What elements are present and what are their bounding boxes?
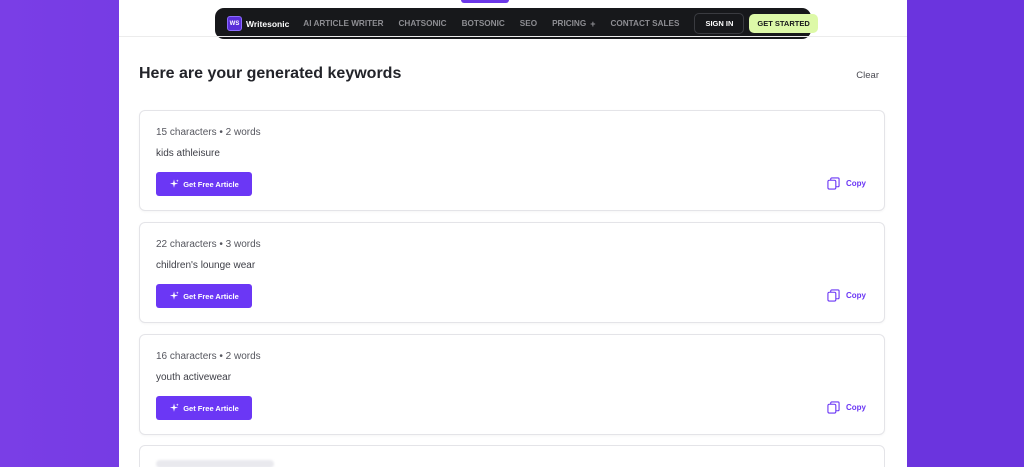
get-started-button[interactable]: GET STARTED xyxy=(749,14,818,33)
keyword-card: 15 characters • 2 words kids athleisure … xyxy=(139,110,885,211)
keyword-meta: 22 characters • 3 words xyxy=(156,239,261,250)
nav-label: PRICING xyxy=(552,19,587,28)
page-title: Here are your generated keywords xyxy=(139,65,402,82)
nav-label: AI ARTICLE WRITER xyxy=(303,19,384,28)
keyword-meta: 16 characters • 2 words xyxy=(156,351,261,362)
sign-in-button[interactable]: SIGN IN xyxy=(694,13,745,34)
get-free-article-label: Get Free Article xyxy=(183,403,239,413)
keyword-card: 16 characters • 2 words youth activewear… xyxy=(139,334,885,435)
keyword-text: kids athleisure xyxy=(156,148,220,159)
top-tab-indicator xyxy=(461,0,509,3)
get-free-article-button[interactable]: Get Free Article xyxy=(156,284,252,308)
keyword-text: children's lounge wear xyxy=(156,260,256,271)
keyword-meta: 15 characters • 2 words xyxy=(156,127,261,138)
nav-label: CONTACT SALES xyxy=(610,19,680,28)
get-free-article-button[interactable]: Get Free Article xyxy=(156,172,252,196)
brand-logo[interactable]: WS Writesonic xyxy=(227,16,289,31)
copy-icon xyxy=(827,177,840,190)
copy-icon xyxy=(827,401,840,414)
nav-chatsonic[interactable]: CHATSONIC xyxy=(399,19,447,28)
copy-label: Copy xyxy=(846,179,866,188)
clear-button[interactable]: Clear xyxy=(856,70,879,81)
nav-label: SEO xyxy=(519,19,538,28)
nav-ai-article-writer[interactable]: AI ARTICLE WRITER xyxy=(303,19,383,28)
get-free-article-label: Get Free Article xyxy=(183,179,239,189)
main-panel: WS Writesonic AI ARTICLE WRITER CHATSONI… xyxy=(119,0,907,467)
copy-button[interactable]: Copy xyxy=(827,177,866,190)
header-divider xyxy=(119,36,907,37)
get-free-article-button[interactable]: Get Free Article xyxy=(156,396,252,420)
copy-label: Copy xyxy=(846,403,866,412)
navbar: WS Writesonic AI ARTICLE WRITER CHATSONI… xyxy=(215,8,818,39)
nav-label: CHATSONIC xyxy=(398,19,447,28)
keyword-text: youth activewear xyxy=(156,372,232,383)
copy-button[interactable]: Copy xyxy=(827,401,866,414)
nav-pricing[interactable]: PRICING + xyxy=(552,19,595,29)
sparkle-icon xyxy=(170,403,179,412)
sparkle-icon xyxy=(170,179,179,188)
writesonic-logo-icon: WS xyxy=(227,16,242,31)
get-free-article-label: Get Free Article xyxy=(183,291,239,301)
plus-icon: + xyxy=(590,18,596,29)
copy-icon xyxy=(827,289,840,302)
nav-contact-sales[interactable]: CONTACT SALES xyxy=(610,19,679,28)
copy-label: Copy xyxy=(846,291,866,300)
keyword-card-partial xyxy=(139,445,885,467)
keyword-card: 22 characters • 3 words children's loung… xyxy=(139,222,885,323)
nav-botsonic[interactable]: BOTSONIC xyxy=(462,19,505,28)
nav-seo[interactable]: SEO xyxy=(520,19,537,28)
nav-label: BOTSONIC xyxy=(461,19,505,28)
copy-button[interactable]: Copy xyxy=(827,289,866,302)
blurred-placeholder xyxy=(156,460,274,467)
sparkle-icon xyxy=(170,291,179,300)
brand-name: Writesonic xyxy=(246,18,290,29)
